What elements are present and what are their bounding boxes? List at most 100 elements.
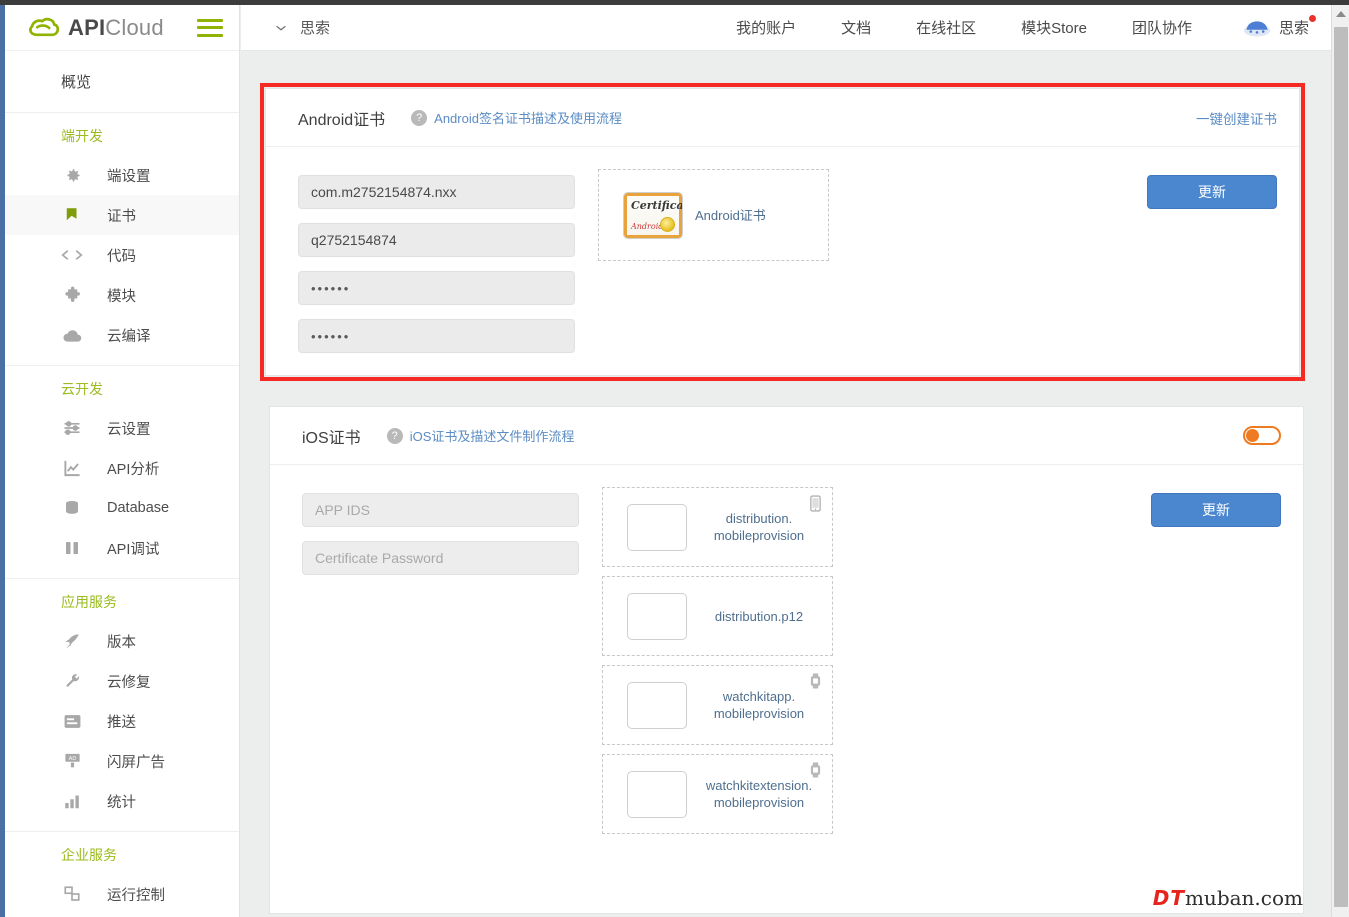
sidebar-item-tongji[interactable]: 统计 [5,781,239,821]
nav-team-collab[interactable]: 团队协作 [1132,17,1192,38]
sidebar-item-yunxiufu[interactable]: 云修复 [5,661,239,701]
file-thumbnail [627,682,687,729]
user-menu[interactable]: 思索 [1242,17,1309,38]
field-placeholder: Certificate Password [315,550,443,566]
ios-file-name: distribution.p12 [699,608,819,625]
nav-my-account[interactable]: 我的账户 [736,17,796,38]
android-update-button[interactable]: 更新 [1147,175,1277,209]
run-control-icon [61,883,83,905]
sidebar-item-duan-shezhi[interactable]: 端设置 [5,155,239,195]
create-certificate-link[interactable]: 一键创建证书 [1196,108,1277,128]
certificate-word: Certificate [631,199,683,212]
project-name: 思索 [300,17,330,38]
brand-header[interactable]: APICloud [5,5,239,51]
file-name-line1: watchkitapp. [723,689,795,704]
certificate-subword: Android [631,222,663,231]
vertical-scrollbar[interactable] [1331,5,1349,917]
ios-card-title: iOS证书 [302,424,361,448]
ios-certificate-password-input[interactable]: Certificate Password [302,541,579,575]
hamburger-icon[interactable] [197,19,223,37]
android-card-header: Android证书 ? Android签名证书描述及使用流程 一键创建证书 [266,89,1299,147]
sidebar-group-title-cloud-dev: 云开发 [5,366,239,408]
sidebar-item-api-tiaoshi[interactable]: API调试 [5,528,239,568]
ios-enable-toggle[interactable] [1243,426,1281,445]
watch-icon [809,762,824,779]
ios-update-button[interactable]: 更新 [1151,493,1281,527]
sidebar: APICloud 概览 端开发 端设置 证书 代码 [5,5,240,917]
android-keystore-password-input[interactable]: •••••• [298,271,575,305]
nav-module-store[interactable]: 模块Store [1021,17,1087,38]
field-value: com.m2752154874.nxx [311,184,457,200]
sidebar-item-yunshezhi[interactable]: 云设置 [5,408,239,448]
android-help[interactable]: ? Android签名证书描述及使用流程 [411,108,622,127]
ios-help-link[interactable]: iOS证书及描述文件制作流程 [410,426,575,445]
sidebar-item-overview[interactable]: 概览 [5,51,239,113]
scroll-up-arrow-icon[interactable] [1332,5,1349,23]
puzzle-piece-icon [61,284,83,306]
sliders-icon [61,417,83,439]
watch-icon [809,673,824,690]
database-icon [61,497,83,519]
sidebar-item-api-fenxi[interactable]: API分析 [5,448,239,488]
nav-docs[interactable]: 文档 [841,17,871,38]
sidebar-item-tuisong[interactable]: 推送 [5,701,239,741]
question-mark-icon: ? [387,428,403,444]
sidebar-item-shanping-guanggao[interactable]: AD 闪屏广告 [5,741,239,781]
nav-community[interactable]: 在线社区 [916,17,976,38]
file-name-line2: mobileprovision [714,528,804,543]
sidebar-item-label: 概览 [61,71,91,92]
ios-watchkitapp-mobileprovision-dropzone[interactable]: watchkitapp. mobileprovision [602,665,833,745]
chevron-down-icon [274,21,288,35]
sidebar-group-title-app-service: 应用服务 [5,579,239,621]
sidebar-item-mokuai[interactable]: 模块 [5,275,239,315]
file-name-line2: mobileprovision [714,795,804,810]
phone-icon [809,495,824,512]
cloud-logo-icon [27,16,61,40]
certificate-seal-icon [660,217,675,232]
ios-help[interactable]: ? iOS证书及描述文件制作流程 [387,426,575,445]
sidebar-item-daima[interactable]: 代码 [5,235,239,275]
android-alias-input[interactable]: q2752154874 [298,223,575,257]
ios-distribution-p12-dropzone[interactable]: distribution.p12 [602,576,833,656]
android-header-actions: 一键创建证书 [1196,108,1277,128]
field-value: •••••• [311,281,350,296]
sidebar-item-yunbianyi[interactable]: 云编译 [5,315,239,355]
ios-card-body: APP IDS Certificate Password distributio… [270,465,1303,863]
ios-file-column: distribution. mobileprovision [602,487,833,843]
sidebar-item-database[interactable]: Database [5,488,239,528]
android-certificate-dropzone[interactable]: Certificate Android Android证书 [598,169,829,261]
ios-app-ids-input[interactable]: APP IDS [302,493,579,527]
ios-file-name: watchkitextension. mobileprovision [699,777,819,811]
push-message-icon [61,710,83,732]
sidebar-item-zhengshu[interactable]: 证书 [5,195,239,235]
user-name: 思索 [1279,17,1309,38]
chart-line-icon [61,457,83,479]
android-certificate-filename: Android证书 [695,207,766,224]
watermark-rest: muban.com [1185,886,1303,910]
bar-chart-icon [61,790,83,812]
android-card-title: Android证书 [298,106,385,130]
api-debug-icon [61,537,83,559]
scrollbar-thumb[interactable] [1334,27,1348,907]
android-certificate-thumbnail: Certificate Android [623,192,683,239]
file-name-line1: distribution.p12 [715,609,803,624]
ad-banner-icon: AD [61,750,83,772]
ios-distribution-mobileprovision-dropzone[interactable]: distribution. mobileprovision [602,487,833,567]
ios-file-name: watchkitapp. mobileprovision [699,688,819,722]
watermark-dt: DT [1153,886,1185,910]
page-root: APICloud 概览 端开发 端设置 证书 代码 [0,0,1349,917]
android-alias-password-input[interactable]: •••••• [298,319,575,353]
project-selector[interactable]: 思索 [241,17,330,38]
ios-header-actions [1243,426,1281,445]
brand-bold: API [68,15,105,40]
main-content: Android证书 ? Android签名证书描述及使用流程 一键创建证书 co… [241,51,1331,917]
file-thumbnail [627,504,687,551]
sidebar-item-banben[interactable]: 版本 [5,621,239,661]
file-name-line1: watchkitextension. [706,778,812,793]
top-navigation-bar: 思索 我的账户 文档 在线社区 模块Store 团队协作 思索 [241,5,1331,51]
certificate-flag-icon [61,204,83,226]
sidebar-item-yunxing-kongzhi[interactable]: 运行控制 [5,874,239,914]
ios-watchkitextension-mobileprovision-dropzone[interactable]: watchkitextension. mobileprovision [602,754,833,834]
android-help-link[interactable]: Android签名证书描述及使用流程 [434,108,622,127]
android-package-name-input[interactable]: com.m2752154874.nxx [298,175,575,209]
